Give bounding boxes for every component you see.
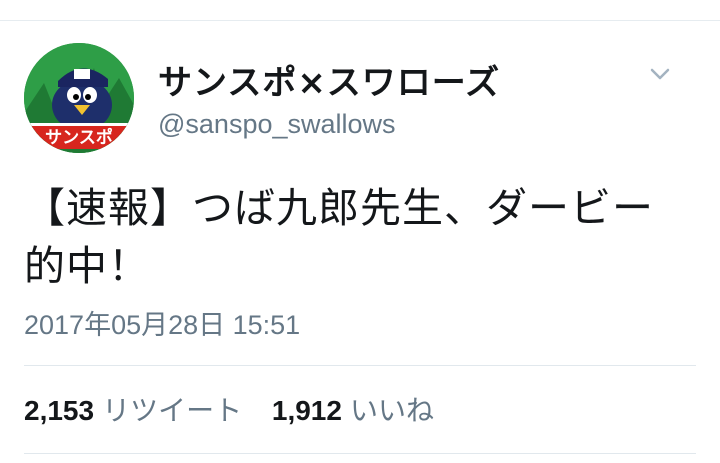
avatar-text: サンスポ — [45, 127, 113, 148]
chevron-down-icon — [650, 68, 670, 80]
tweet-detail: サンスポ サンスポ×スワローズ @sanspo_swallows 【速報】つば九… — [0, 21, 720, 463]
retweet-label: リツイート — [102, 394, 243, 427]
retweet-count: 2,153 — [24, 395, 95, 426]
like-count: 1,912 — [271, 395, 342, 426]
display-name[interactable]: サンスポ×スワローズ — [158, 55, 500, 104]
tweet-text-line: 的中！ — [24, 242, 150, 290]
retweet-stat[interactable]: 2,153 リツイート — [24, 389, 242, 429]
top-strip — [0, 0, 720, 21]
tweet-text-line: 【速報】つば九郎先生、ダービー — [24, 184, 654, 232]
avatar[interactable]: サンスポ — [24, 43, 134, 153]
avatar-image: サンスポ — [24, 43, 134, 153]
tweet-text: 【速報】つば九郎先生、ダービー 的中！ — [24, 179, 704, 295]
tweet-options-button[interactable] — [645, 59, 675, 89]
divider — [24, 365, 696, 366]
user-handle[interactable]: @sanspo_swallows — [158, 109, 396, 140]
like-label: いいね — [349, 394, 434, 427]
divider — [24, 453, 696, 454]
tweet-stats: 2,153 リツイート 1,912 いいね — [24, 389, 434, 429]
like-stat[interactable]: 1,912 いいね — [272, 389, 434, 429]
tweet-timestamp[interactable]: 2017年05月28日 15:51 — [24, 303, 300, 342]
